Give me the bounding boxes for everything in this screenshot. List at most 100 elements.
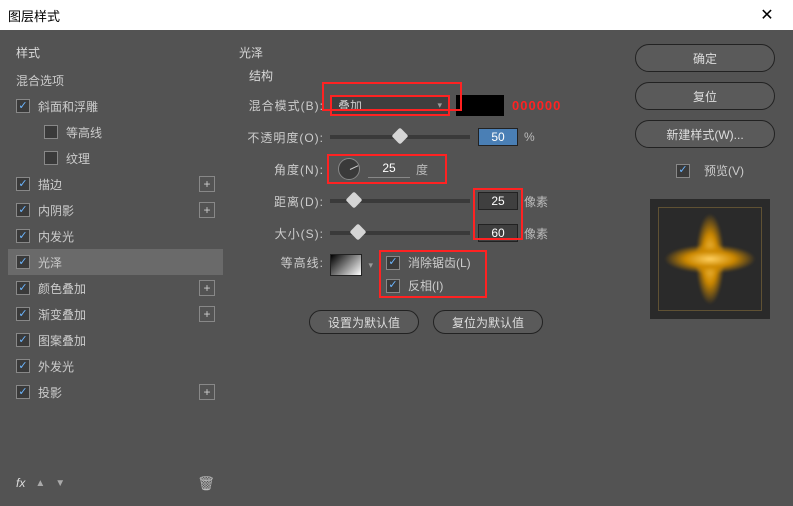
slider-opacity[interactable] bbox=[330, 135, 470, 139]
input-distance[interactable]: 25 bbox=[478, 192, 518, 210]
sidebar-item-label: 内阴影 bbox=[38, 202, 74, 219]
plus-icon[interactable]: + bbox=[199, 384, 215, 400]
sidebar-header-styles: 样式 bbox=[8, 38, 223, 67]
sidebar-item-8[interactable]: 渐变叠加 + bbox=[8, 301, 223, 327]
sidebar-blend-options[interactable]: 混合选项 bbox=[8, 67, 223, 93]
sidebar-item-11[interactable]: 投影 + bbox=[8, 379, 223, 405]
label-opacity: 不透明度(O): bbox=[239, 129, 324, 146]
unit-angle: 度 bbox=[416, 161, 428, 178]
chevron-down-icon[interactable]: ▾ bbox=[368, 260, 373, 271]
label-size: 大小(S): bbox=[239, 225, 324, 242]
sidebar-item-0[interactable]: 斜面和浮雕 bbox=[8, 93, 223, 119]
row-distance: 距离(D): 25 像素 bbox=[239, 190, 619, 212]
fx-icon[interactable]: fx bbox=[16, 476, 25, 490]
sidebar-item-label: 纹理 bbox=[66, 150, 90, 167]
checkbox-icon[interactable] bbox=[16, 307, 30, 321]
input-angle[interactable]: 25 bbox=[368, 160, 410, 178]
sidebar-item-10[interactable]: 外发光 bbox=[8, 353, 223, 379]
plus-icon[interactable]: + bbox=[199, 306, 215, 322]
checkbox-icon[interactable] bbox=[16, 99, 30, 113]
sidebar-item-label: 图案叠加 bbox=[38, 332, 86, 349]
sidebar-item-9[interactable]: 图案叠加 bbox=[8, 327, 223, 353]
row-angle: 角度(N): 25 度 bbox=[239, 158, 619, 180]
dialog-body: 样式 混合选项 斜面和浮雕等高线纹理描边+内阴影+内发光光泽颜色叠加+渐变叠加+… bbox=[0, 30, 793, 506]
label-blend-mode: 混合模式(B): bbox=[239, 97, 324, 114]
preview-toggle[interactable]: 预览(V) bbox=[635, 162, 785, 179]
hex-annotation: 000000 bbox=[512, 98, 561, 113]
checkbox-icon[interactable] bbox=[44, 125, 58, 139]
plus-icon[interactable]: + bbox=[199, 176, 215, 192]
section-title-satin: 光泽 bbox=[239, 44, 619, 61]
input-opacity[interactable]: 50 bbox=[478, 128, 518, 146]
checkbox-icon[interactable] bbox=[16, 333, 30, 347]
checkbox-icon[interactable] bbox=[16, 281, 30, 295]
buttons-row: 设置为默认值 复位为默认值 bbox=[309, 310, 619, 334]
sidebar-item-label: 等高线 bbox=[66, 124, 102, 141]
row-opacity: 不透明度(O): 50 % bbox=[239, 126, 619, 148]
label-contour: 等高线: bbox=[239, 254, 324, 271]
checkbox-icon[interactable] bbox=[16, 229, 30, 243]
checkbox-icon[interactable] bbox=[16, 385, 30, 399]
sidebar-item-label: 外发光 bbox=[38, 358, 74, 375]
row-size: 大小(S): 60 像素 bbox=[239, 222, 619, 244]
make-default-button[interactable]: 设置为默认值 bbox=[309, 310, 419, 334]
checkbox-icon[interactable] bbox=[44, 151, 58, 165]
right-panel: 确定 复位 新建样式(W)... 预览(V) bbox=[635, 38, 785, 498]
checkbox-invert[interactable] bbox=[386, 279, 400, 293]
sidebar-item-label: 内发光 bbox=[38, 228, 74, 245]
reset-default-button[interactable]: 复位为默认值 bbox=[433, 310, 543, 334]
label-antialias: 消除锯齿(L) bbox=[408, 254, 471, 271]
new-style-button[interactable]: 新建样式(W)... bbox=[635, 120, 775, 148]
dialog-title: 图层样式 bbox=[8, 6, 749, 25]
sidebar-item-label: 光泽 bbox=[38, 254, 62, 271]
arrow-down-icon[interactable]: ▼ bbox=[55, 478, 65, 489]
blend-options-label: 混合选项 bbox=[16, 72, 64, 89]
cancel-button[interactable]: 复位 bbox=[635, 82, 775, 110]
settings-panel: 光泽 结构 混合模式(B): 叠加 ▾ 000000 不透明度(O): 50 %… bbox=[229, 38, 629, 498]
sub-title-structure: 结构 bbox=[249, 67, 619, 84]
label-invert: 反相(I) bbox=[408, 277, 443, 294]
row-blend-mode: 混合模式(B): 叠加 ▾ 000000 bbox=[239, 94, 619, 116]
row-contour: 等高线: ▾ 消除锯齿(L) 反相(I) bbox=[239, 254, 619, 294]
checkbox-antialias[interactable] bbox=[386, 256, 400, 270]
input-size[interactable]: 60 bbox=[478, 224, 518, 242]
sidebar-item-label: 渐变叠加 bbox=[38, 306, 86, 323]
checkbox-preview[interactable] bbox=[676, 164, 690, 178]
checkbox-icon[interactable] bbox=[16, 177, 30, 191]
plus-icon[interactable]: + bbox=[199, 202, 215, 218]
trash-icon[interactable]: 🗑 bbox=[197, 475, 215, 492]
sidebar-item-3[interactable]: 描边 + bbox=[8, 171, 223, 197]
color-swatch[interactable] bbox=[456, 95, 504, 116]
sidebar-item-label: 斜面和浮雕 bbox=[38, 98, 98, 115]
checkbox-icon[interactable] bbox=[16, 203, 30, 217]
select-blend-mode[interactable]: 叠加 ▾ bbox=[330, 95, 450, 116]
sidebar-item-2[interactable]: 纹理 bbox=[8, 145, 223, 171]
slider-distance[interactable] bbox=[330, 199, 470, 203]
sidebar-item-label: 颜色叠加 bbox=[38, 280, 86, 297]
plus-icon[interactable]: + bbox=[199, 280, 215, 296]
checkbox-icon[interactable] bbox=[16, 255, 30, 269]
titlebar: 图层样式 ✕ bbox=[0, 0, 793, 30]
label-angle: 角度(N): bbox=[239, 161, 324, 178]
sidebar-item-4[interactable]: 内阴影 + bbox=[8, 197, 223, 223]
chevron-down-icon: ▾ bbox=[437, 100, 442, 111]
checkbox-icon[interactable] bbox=[16, 359, 30, 373]
arrow-up-icon[interactable]: ▲ bbox=[35, 478, 45, 489]
sidebar-item-7[interactable]: 颜色叠加 + bbox=[8, 275, 223, 301]
ok-button[interactable]: 确定 bbox=[635, 44, 775, 72]
unit-opacity: % bbox=[524, 130, 535, 144]
sidebar-item-label: 描边 bbox=[38, 176, 62, 193]
angle-dial[interactable] bbox=[338, 158, 360, 180]
preview-thumbnail bbox=[650, 199, 770, 319]
sidebar-item-6[interactable]: 光泽 bbox=[8, 249, 223, 275]
sidebar-item-1[interactable]: 等高线 bbox=[8, 119, 223, 145]
sidebar-item-label: 投影 bbox=[38, 384, 62, 401]
close-icon[interactable]: ✕ bbox=[749, 5, 785, 25]
label-preview: 预览(V) bbox=[704, 162, 744, 179]
slider-size[interactable] bbox=[330, 231, 470, 235]
styles-sidebar: 样式 混合选项 斜面和浮雕等高线纹理描边 + 内阴影 + 内发光光泽颜色叠加 + 渐变叠加 +… bbox=[8, 38, 223, 498]
label-distance: 距离(D): bbox=[239, 193, 324, 210]
sidebar-item-5[interactable]: 内发光 bbox=[8, 223, 223, 249]
contour-preview[interactable]: ▾ bbox=[330, 254, 362, 276]
unit-distance: 像素 bbox=[524, 193, 548, 210]
